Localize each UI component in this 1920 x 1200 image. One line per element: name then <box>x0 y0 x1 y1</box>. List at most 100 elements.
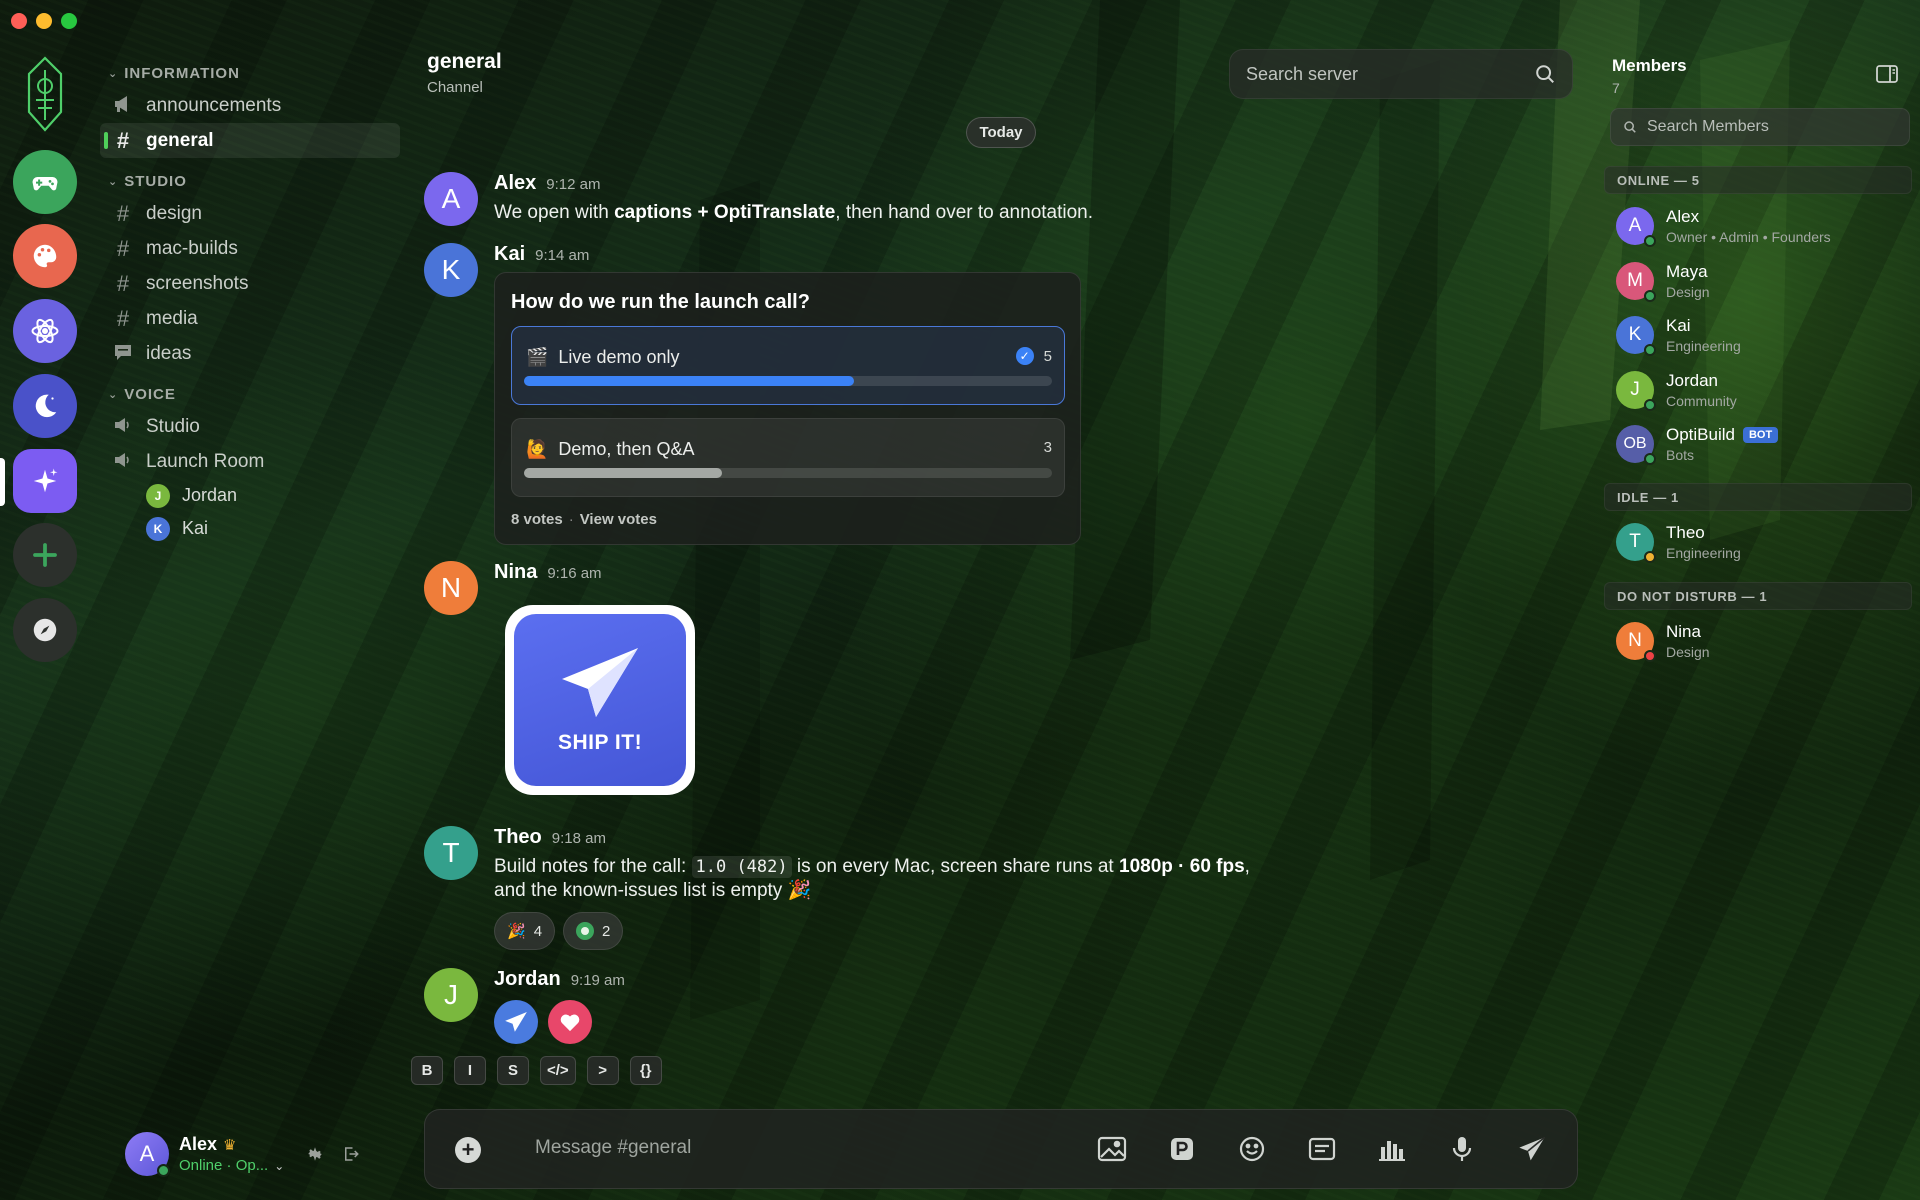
explore-servers-button[interactable] <box>13 598 77 662</box>
poll-option-votes: 3 <box>1043 439 1052 456</box>
quote-button[interactable]: > <box>586 1056 619 1085</box>
poll-option-live-demo[interactable]: 🎬 Live demo only ✓ 5 <box>511 326 1065 405</box>
italic-button[interactable]: I <box>454 1056 486 1085</box>
author-name[interactable]: Alex <box>494 172 536 195</box>
avatar[interactable]: J <box>424 968 478 1022</box>
text-segment: , <box>1244 856 1250 877</box>
megaphone-icon <box>112 93 134 119</box>
voice-member-name: Kai <box>182 518 209 538</box>
strikethrough-button[interactable]: S <box>497 1056 529 1085</box>
bold-button[interactable]: B <box>411 1056 443 1085</box>
parking-sticker-icon <box>1170 1137 1193 1160</box>
palette-icon <box>33 244 57 268</box>
category-studio[interactable]: ⌄ STUDIO <box>100 166 400 196</box>
channel-label: ideas <box>146 342 192 364</box>
code-block-button[interactable]: {} <box>629 1056 662 1085</box>
avatar[interactable]: A <box>424 172 478 226</box>
category-voice[interactable]: ⌄ VOICE <box>100 379 400 409</box>
server-sparkle[interactable] <box>13 449 77 513</box>
author-name[interactable]: Jordan <box>494 968 561 991</box>
logout-button[interactable] <box>340 1143 362 1165</box>
channel-label: screenshots <box>146 272 249 294</box>
channel-media[interactable]: # media <box>100 301 400 336</box>
poll-card: How do we run the launch call? 🎬 Live dem… <box>494 272 1081 545</box>
hash-icon: # <box>116 127 130 153</box>
avatar[interactable]: N <box>424 561 478 615</box>
channel-mac-builds[interactable]: # mac-builds <box>100 231 400 266</box>
image-button[interactable] <box>1096 1133 1127 1164</box>
status-dot <box>1644 290 1656 302</box>
server-palette[interactable] <box>13 224 77 288</box>
channel-design[interactable]: # design <box>100 196 400 231</box>
toggle-panel-button[interactable] <box>1876 65 1898 88</box>
paper-plane-icon <box>562 648 638 717</box>
author-name[interactable]: Nina <box>494 561 537 584</box>
poll-progress-fill <box>524 376 854 386</box>
member-name: Jordan <box>1666 371 1718 390</box>
server-moon[interactable] <box>13 374 77 438</box>
channel-label: mac-builds <box>146 237 238 259</box>
sparkle-icon <box>33 468 58 493</box>
ship-it-sticker[interactable]: SHIP IT! <box>505 605 695 795</box>
avatar-initial: M <box>1627 270 1643 291</box>
microphone-button[interactable] <box>1446 1133 1477 1164</box>
channel-ideas[interactable]: ideas <box>100 336 400 371</box>
view-votes-link[interactable]: View votes <box>580 511 657 528</box>
members-search-input[interactable]: Search Members <box>1610 108 1910 146</box>
member-jordan[interactable]: J Jordan Community <box>1616 371 1737 411</box>
home-server-button[interactable] <box>17 56 73 132</box>
member-nina[interactable]: N Nina Design <box>1616 622 1710 662</box>
clapperboard-icon: 🎬 <box>526 347 549 367</box>
member-theo[interactable]: T Theo Engineering <box>1616 523 1741 563</box>
category-information[interactable]: ⌄ INFORMATION <box>100 58 400 88</box>
avatar[interactable]: T <box>424 826 478 880</box>
poll-option-demo-qa[interactable]: 🙋 Demo, then Q&A 3 <box>511 418 1065 497</box>
reaction-green-circle[interactable]: 2 <box>563 912 624 950</box>
voice-member-name: Jordan <box>182 485 238 505</box>
online-status-dot <box>157 1164 170 1177</box>
category-label: INFORMATION <box>124 64 240 82</box>
sticker-button[interactable] <box>1166 1133 1197 1164</box>
send-button[interactable] <box>1516 1133 1547 1164</box>
channel-label: Launch Room <box>146 450 265 472</box>
avatar: J <box>146 483 170 508</box>
avatar-initial: K <box>1628 324 1642 345</box>
member-alex[interactable]: A Alex Owner • Admin • Founders <box>1616 207 1831 247</box>
voice-channel-studio[interactable]: Studio <box>100 409 400 444</box>
server-search-input[interactable]: Search server <box>1229 49 1573 99</box>
voice-channel-launch-room[interactable]: Launch Room <box>100 444 400 479</box>
avatar[interactable]: K <box>424 243 478 297</box>
avatar[interactable]: A <box>125 1132 170 1177</box>
channel-screenshots[interactable]: # screenshots <box>100 266 400 301</box>
server-atom[interactable] <box>13 299 77 363</box>
poll-footer: 8 votes · View votes <box>511 511 657 528</box>
member-kai[interactable]: K Kai Engineering <box>1616 316 1741 356</box>
text-formatting-button[interactable] <box>1306 1133 1337 1164</box>
add-attachment-button[interactable]: + <box>455 1137 481 1163</box>
member-maya[interactable]: M Maya Design <box>1616 262 1710 302</box>
avatar: OB <box>1616 425 1656 465</box>
voice-member-kai[interactable]: K Kai <box>100 512 400 545</box>
channel-announcements[interactable]: announcements <box>100 88 400 123</box>
poll-button[interactable] <box>1376 1133 1407 1164</box>
server-game-controller[interactable] <box>13 150 77 214</box>
author-name[interactable]: Kai <box>494 243 525 266</box>
message-input[interactable]: Message #general <box>535 1137 691 1159</box>
channel-label: Studio <box>146 415 200 437</box>
author-name[interactable]: Theo <box>494 826 542 849</box>
reaction-party[interactable]: 🎉 4 <box>494 912 556 950</box>
paper-plane-emoji-icon <box>494 1000 538 1044</box>
emoji-button[interactable] <box>1236 1133 1267 1164</box>
user-status-selector[interactable]: Online · Op... ⌄ <box>179 1157 284 1174</box>
member-name: Kai <box>1666 316 1691 335</box>
voice-member-jordan[interactable]: J Jordan <box>100 479 400 512</box>
member-optibuild[interactable]: OB OptiBuild BOT Bots <box>1616 425 1779 465</box>
settings-button[interactable] <box>304 1143 326 1165</box>
send-icon <box>1518 1136 1545 1160</box>
channel-general[interactable]: # general <box>100 123 400 158</box>
message-box-icon <box>1308 1137 1335 1160</box>
add-server-button[interactable] <box>13 523 77 587</box>
members-group-dnd: DO NOT DISTURB — 1 <box>1604 582 1912 610</box>
inline-code-button[interactable]: </> <box>540 1056 576 1085</box>
exit-icon <box>345 1147 360 1161</box>
